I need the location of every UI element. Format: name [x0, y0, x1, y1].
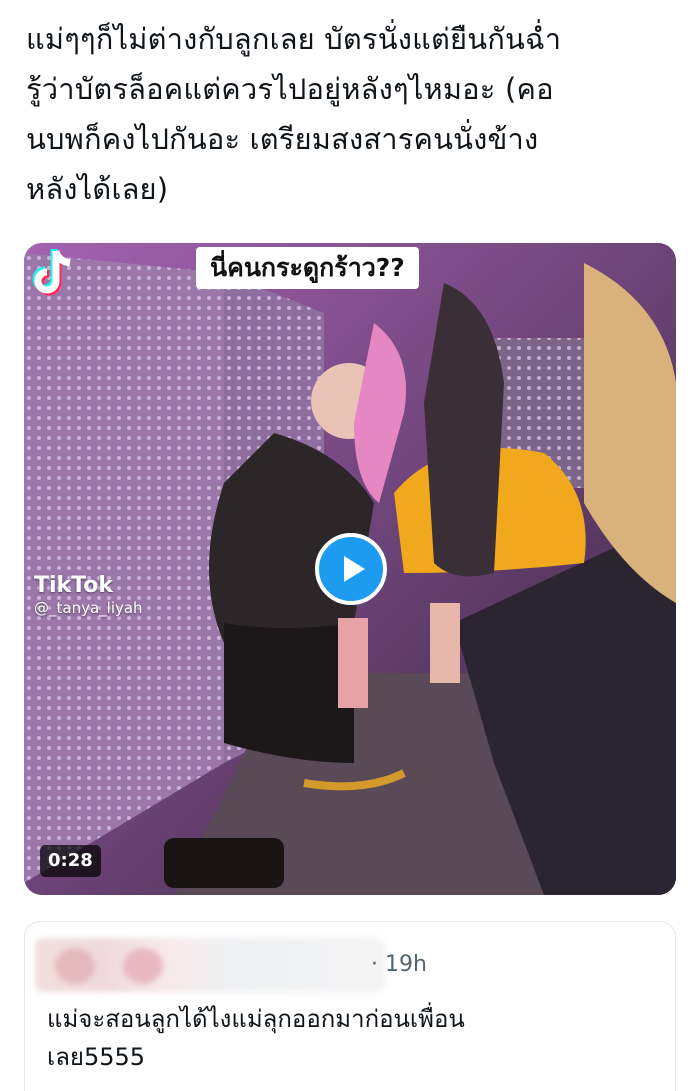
play-button[interactable] [315, 533, 387, 605]
tiktok-logo-icon [32, 249, 71, 296]
post-text-line: นบพก็คงไปกันอะ เตรียมสงสารคนนั่งข้าง [26, 122, 539, 156]
quoted-reply[interactable]: · 19h แม่จะสอนลูกได้ไงแม่ลุกออกมาก่อนเพื… [24, 921, 676, 1091]
reply-text: แม่จะสอนลูกได้ไงแม่ลุกออกมาก่อนเพื่อน เล… [47, 1000, 647, 1076]
post-text-line: หลังได้เลย) [26, 172, 169, 206]
reply-text-line: แม่จะสอนลูกได้ไงแม่ลุกออกมาก่อนเพื่อน [47, 1005, 465, 1033]
post-text-line: แม่ๆๆก็ไม่ต่างกับลูกเลย บัตรนั่งแต่ยืนกั… [26, 22, 562, 56]
post-text-line: รู้ว่าบัตรล็อคแต่ควรไปอยู่หลังๆไหมอะ (คอ [26, 72, 554, 106]
blurred-author [35, 938, 385, 992]
tiktok-handle: @_tanya_liyah [34, 599, 143, 617]
video-player[interactable]: นี่คนกระดูกร้าว?? TikTok @_tanya_liyah 0… [24, 243, 676, 895]
play-icon [343, 556, 365, 582]
video-duration: 0:28 [40, 845, 101, 877]
reply-timestamp: · 19h [371, 952, 427, 977]
tiktok-brand: TikTok [34, 573, 114, 598]
reply-text-line: เลย5555 [47, 1043, 146, 1071]
video-caption: นี่คนกระดูกร้าว?? [196, 247, 419, 289]
reply-header: · 19h [25, 938, 675, 992]
post-text: แม่ๆๆก็ไม่ต่างกับลูกเลย บัตรนั่งแต่ยืนกั… [26, 14, 676, 214]
